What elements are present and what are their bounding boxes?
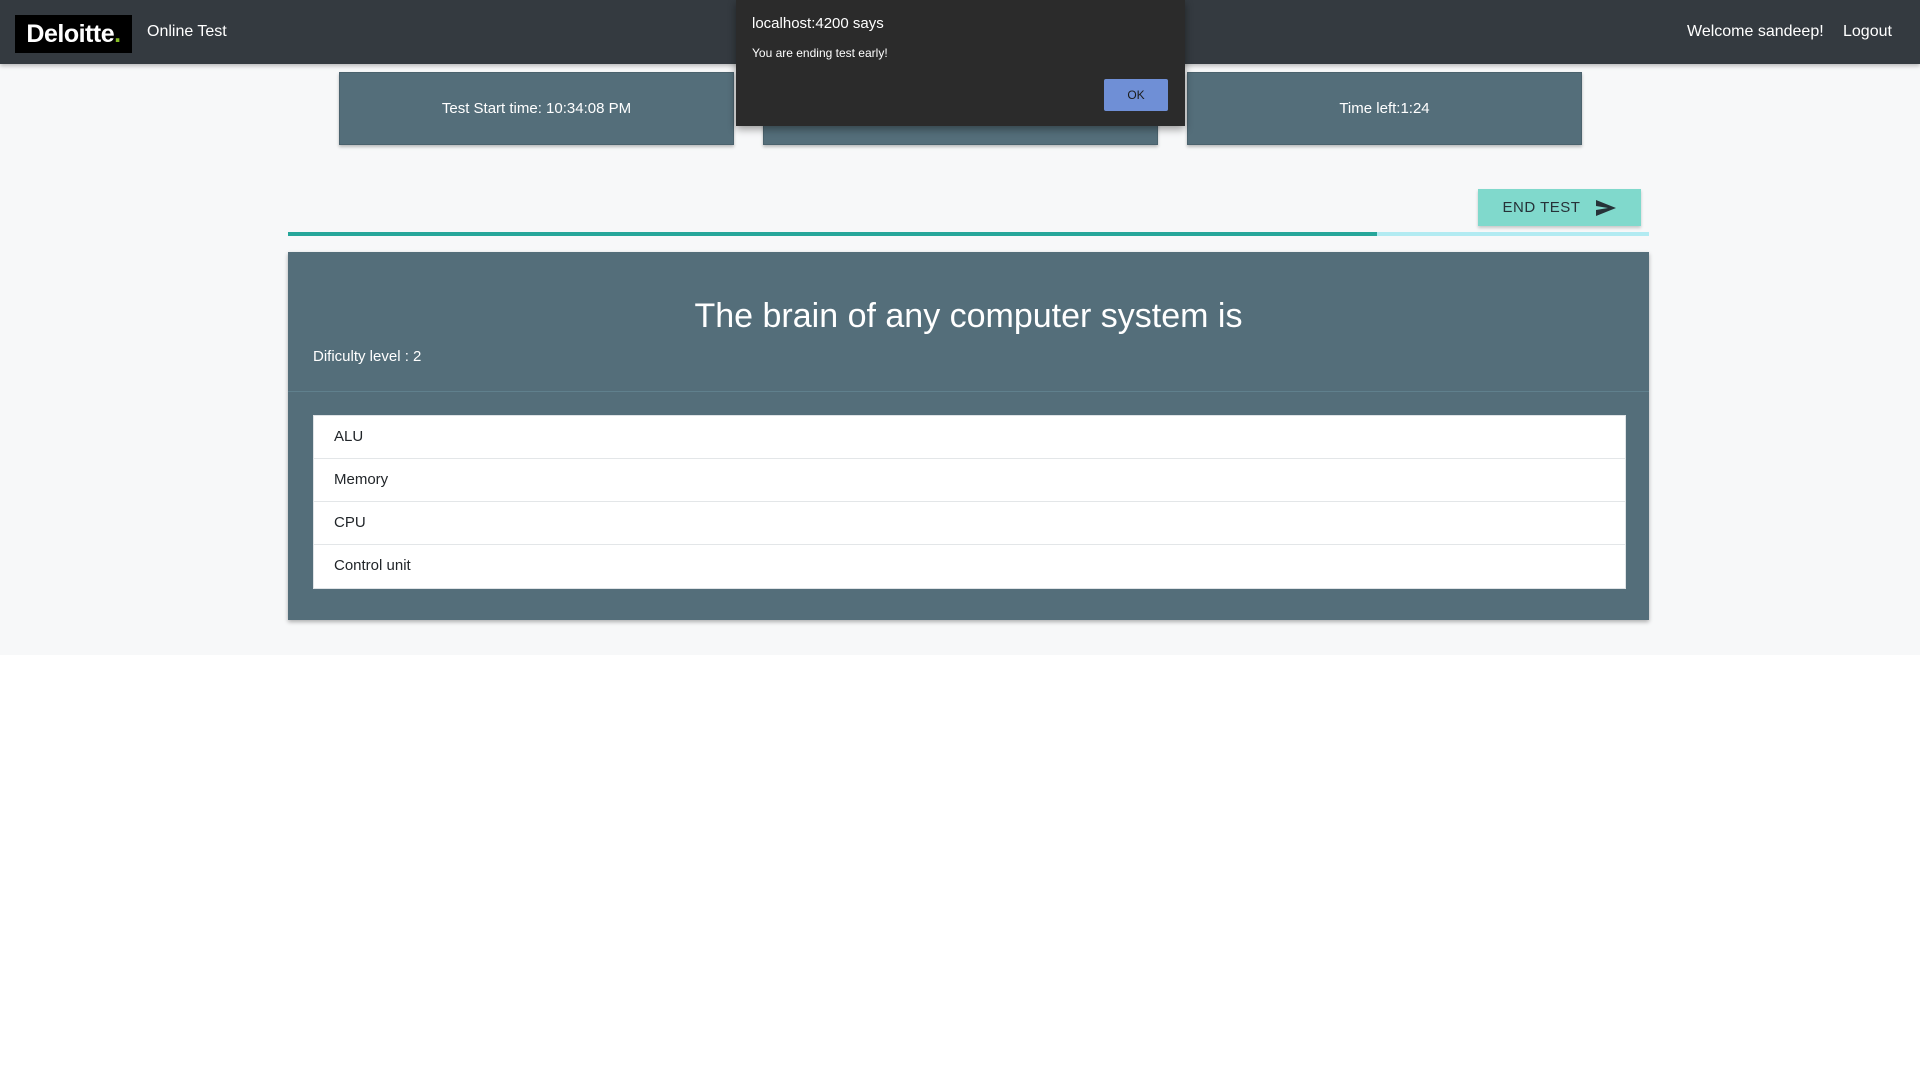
options-list: ALU Memory CPU Control unit — [313, 415, 1626, 589]
alert-dialog: localhost:4200 says You are ending test … — [736, 0, 1185, 126]
difficulty-level: Dificulty level : 2 — [313, 348, 422, 365]
progress-bar-fill — [288, 232, 1377, 236]
send-icon — [1596, 199, 1617, 216]
option-memory[interactable]: Memory — [314, 459, 1625, 502]
deloitte-logo[interactable]: Deloitte. — [15, 15, 132, 53]
question-card: The brain of any computer system is Difi… — [288, 252, 1649, 620]
brand-text: Deloitte — [26, 20, 115, 48]
alert-title: localhost:4200 says — [752, 15, 884, 32]
question-text: The brain of any computer system is — [694, 297, 1243, 335]
logout-link[interactable]: Logout — [1843, 0, 1892, 64]
alert-ok-button[interactable]: OK — [1104, 79, 1168, 111]
test-start-time-card: Test Start time: 10:34:08 PM — [339, 72, 734, 145]
nav-title-link[interactable]: Online Test — [147, 0, 227, 64]
progress-bar — [288, 232, 1649, 236]
question-header: The brain of any computer system is Difi… — [288, 252, 1649, 392]
option-alu[interactable]: ALU — [314, 416, 1625, 459]
brand-dot: . — [114, 20, 121, 48]
time-left-card: Time left:1:24 — [1187, 72, 1582, 145]
end-test-button[interactable]: END TEST — [1478, 189, 1641, 226]
alert-message: You are ending test early! — [752, 46, 888, 60]
option-control-unit[interactable]: Control unit — [314, 545, 1625, 588]
option-cpu[interactable]: CPU — [314, 502, 1625, 545]
end-test-label: END TEST — [1502, 199, 1581, 216]
welcome-message: Welcome sandeep! — [1687, 23, 1824, 40]
